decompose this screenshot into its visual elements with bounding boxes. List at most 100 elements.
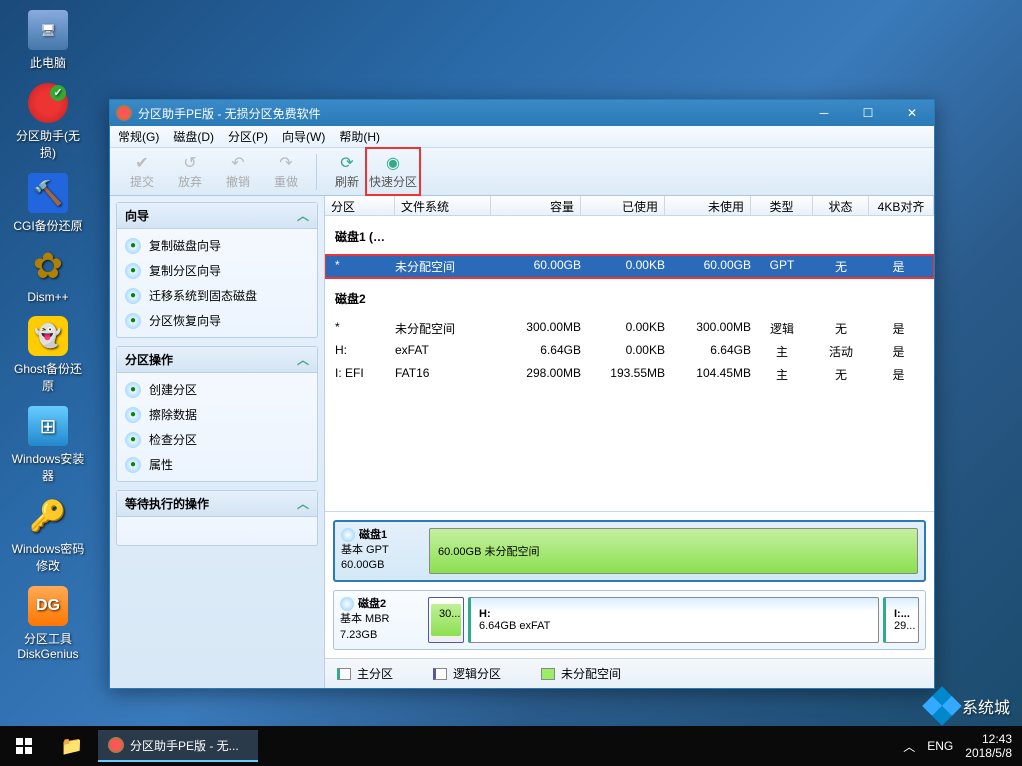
main-area: 分区 文件系统 容量 已使用 未使用 类型 状态 4KB对齐 磁盘1 (… *未… bbox=[325, 196, 934, 688]
watermark-logo-icon bbox=[922, 686, 962, 726]
wizard-icon: ● bbox=[125, 313, 141, 329]
app-icon: DG bbox=[28, 586, 68, 626]
disk1-graph[interactable]: 磁盘1 基本 GPT 60.00GB 60.00GB 未分配空间 bbox=[333, 520, 926, 582]
redo-button[interactable]: ↷重做 bbox=[262, 151, 310, 192]
app-icon bbox=[108, 737, 124, 753]
menu-item[interactable]: 向导(W) bbox=[282, 128, 325, 145]
app-icon: 👻 bbox=[28, 316, 68, 356]
wizard-panel-title: 向导 bbox=[125, 207, 149, 224]
col-status[interactable]: 状态 bbox=[813, 196, 869, 215]
menu-item[interactable]: 分区(P) bbox=[228, 128, 268, 145]
undo-button[interactable]: ↶撤销 bbox=[214, 151, 262, 192]
disk2-title[interactable]: 磁盘2 bbox=[325, 278, 934, 317]
desktop-icon-此电脑[interactable]: 🖥此电脑 bbox=[10, 10, 86, 71]
panel-item[interactable]: ●创建分区 bbox=[119, 377, 315, 402]
desktop-icon-Windows密码修改[interactable]: 🔑Windows密码修改 bbox=[10, 496, 86, 574]
col-capacity[interactable]: 容量 bbox=[491, 196, 581, 215]
quick-partition-button[interactable]: ◉快速分区 bbox=[369, 151, 417, 192]
partition-list: 磁盘1 (… *未分配空间60.00GB0.00KB60.00GBGPT无是 磁… bbox=[325, 216, 934, 386]
toolbar: ✔提交 ↺放弃 ↶撤销 ↷重做 ⟳刷新 ◉快速分区 bbox=[110, 148, 934, 196]
start-button[interactable] bbox=[0, 726, 48, 766]
panel-item[interactable]: ●复制分区向导 bbox=[119, 258, 315, 283]
disk2-seg-a[interactable]: 30... bbox=[428, 597, 464, 643]
wizard-icon: ● bbox=[125, 263, 141, 279]
app-icon bbox=[116, 105, 132, 121]
app-icon: 🔨 bbox=[28, 173, 68, 213]
panel-item[interactable]: ●复制磁盘向导 bbox=[119, 233, 315, 258]
partition-assistant-window: 分区助手PE版 - 无损分区免费软件 ─ ☐ ✕ 常规(G) 磁盘(D) 分区(P)… bbox=[109, 99, 935, 689]
col-filesystem[interactable]: 文件系统 bbox=[395, 196, 491, 215]
wizard-icon: ● bbox=[125, 288, 141, 304]
collapse-icon[interactable]: ︿ bbox=[297, 351, 309, 368]
maximize-button[interactable]: ☐ bbox=[846, 100, 890, 126]
menu-item[interactable]: 常规(G) bbox=[118, 128, 159, 145]
col-type[interactable]: 类型 bbox=[751, 196, 813, 215]
pending-panel: 等待执行的操作 ︿ bbox=[116, 490, 318, 546]
desktop-icon-分区助手(无损)[interactable]: 分区助手(无损) bbox=[10, 83, 86, 161]
app-icon: ✿ bbox=[28, 246, 68, 286]
menu-bar: 常规(G) 磁盘(D) 分区(P) 向导(W) 帮助(H) bbox=[110, 126, 934, 148]
collapse-icon[interactable]: ︿ bbox=[297, 495, 309, 512]
taskbar: 📁 分区助手PE版 - 无... ︿ ENG 12:43 2018/5/8 bbox=[0, 726, 1022, 766]
system-tray: ︿ ENG 12:43 2018/5/8 bbox=[893, 732, 1022, 761]
pending-panel-title: 等待执行的操作 bbox=[125, 495, 209, 512]
menu-item[interactable]: 磁盘(D) bbox=[173, 128, 214, 145]
partition-row[interactable]: H:exFAT6.64GB0.00KB6.64GB主活动是 bbox=[325, 340, 934, 363]
partition-list-header: 分区 文件系统 容量 已使用 未使用 类型 状态 4KB对齐 bbox=[325, 196, 934, 216]
refresh-button[interactable]: ⟳刷新 bbox=[323, 151, 371, 192]
taskbar-app-partition-assistant[interactable]: 分区助手PE版 - 无... bbox=[98, 730, 258, 762]
panel-item[interactable]: ●属性 bbox=[119, 452, 315, 477]
partition-row[interactable]: *未分配空间60.00GB0.00KB60.00GBGPT无是 bbox=[325, 255, 934, 278]
disk-graphs: 磁盘1 基本 GPT 60.00GB 60.00GB 未分配空间 磁盘2 基本 … bbox=[325, 511, 934, 658]
col-free[interactable]: 未使用 bbox=[665, 196, 751, 215]
tray-up-icon[interactable]: ︿ bbox=[903, 738, 915, 755]
wizard-icon: ● bbox=[125, 382, 141, 398]
partition-row[interactable]: *未分配空间300.00MB0.00KB300.00MB逻辑无是 bbox=[325, 317, 934, 340]
quick-partition-highlight: ◉快速分区 bbox=[365, 147, 421, 196]
collapse-icon[interactable]: ︿ bbox=[297, 207, 309, 224]
desktop-icon-Ghost备份还原[interactable]: 👻Ghost备份还原 bbox=[10, 316, 86, 394]
wizard-icon: ● bbox=[125, 432, 141, 448]
commit-button[interactable]: ✔提交 bbox=[118, 151, 166, 192]
desktop-icon-Dism++[interactable]: ✿Dism++ bbox=[10, 246, 86, 304]
desktop-icon-CGI备份还原[interactable]: 🔨CGI备份还原 bbox=[10, 173, 86, 234]
disk1-title[interactable]: 磁盘1 (… bbox=[325, 216, 934, 255]
operations-panel: 分区操作 ︿ ●创建分区●擦除数据●检查分区●属性 bbox=[116, 346, 318, 482]
operations-panel-title: 分区操作 bbox=[125, 351, 173, 368]
partition-row[interactable]: I: EFIFAT16298.00MB193.55MB104.45MB主无是 bbox=[325, 363, 934, 386]
side-panel: 向导 ︿ ●复制磁盘向导●复制分区向导●迁移系统到固态磁盘●分区恢复向导 分区操作… bbox=[110, 196, 325, 688]
panel-item[interactable]: ●迁移系统到固态磁盘 bbox=[119, 283, 315, 308]
wizard-icon: ● bbox=[125, 238, 141, 254]
titlebar[interactable]: 分区助手PE版 - 无损分区免费软件 ─ ☐ ✕ bbox=[110, 100, 934, 126]
watermark: 系统城 bbox=[928, 692, 1010, 720]
disk1-unallocated-seg[interactable]: 60.00GB 未分配空间 bbox=[429, 528, 918, 574]
minimize-button[interactable]: ─ bbox=[802, 100, 846, 126]
disk2-seg-i[interactable]: I:... 29... bbox=[883, 597, 919, 643]
panel-item[interactable]: ●检查分区 bbox=[119, 427, 315, 452]
disk2-graph[interactable]: 磁盘2 基本 MBR 7.23GB 30... H: 6.64GB exFAT bbox=[333, 590, 926, 650]
disk-icon bbox=[340, 597, 354, 611]
discard-button[interactable]: ↺放弃 bbox=[166, 151, 214, 192]
disk2-seg-h[interactable]: H: 6.64GB exFAT bbox=[468, 597, 879, 643]
col-4k-align[interactable]: 4KB对齐 bbox=[869, 196, 934, 215]
col-used[interactable]: 已使用 bbox=[581, 196, 665, 215]
legend: 主分区 逻辑分区 未分配空间 bbox=[325, 658, 934, 688]
tray-lang[interactable]: ENG bbox=[927, 739, 953, 753]
col-partition[interactable]: 分区 bbox=[325, 196, 395, 215]
panel-item[interactable]: ●分区恢复向导 bbox=[119, 308, 315, 333]
panel-item[interactable]: ●擦除数据 bbox=[119, 402, 315, 427]
window-title: 分区助手PE版 - 无损分区免费软件 bbox=[138, 105, 802, 122]
desktop-icons: 🖥此电脑分区助手(无损) 🔨CGI备份还原 ✿Dism++ 👻Ghost备份还原 ⊞Wi… bbox=[10, 10, 90, 673]
close-button[interactable]: ✕ bbox=[890, 100, 934, 126]
app-icon: 🖥 bbox=[28, 10, 68, 50]
tray-clock[interactable]: 12:43 2018/5/8 bbox=[965, 732, 1012, 761]
file-explorer-taskbar-icon[interactable]: 📁 bbox=[48, 726, 96, 766]
desktop-icon-Windows安装器[interactable]: ⊞Windows安装器 bbox=[10, 406, 86, 484]
wizard-panel: 向导 ︿ ●复制磁盘向导●复制分区向导●迁移系统到固态磁盘●分区恢复向导 bbox=[116, 202, 318, 338]
legend-logical-swatch bbox=[433, 668, 447, 680]
desktop-icon-分区工具DiskGenius[interactable]: DG分区工具DiskGenius bbox=[10, 586, 86, 661]
wizard-icon: ● bbox=[125, 407, 141, 423]
menu-item[interactable]: 帮助(H) bbox=[339, 128, 380, 145]
disk-icon bbox=[341, 528, 355, 542]
legend-primary-swatch bbox=[337, 668, 351, 680]
